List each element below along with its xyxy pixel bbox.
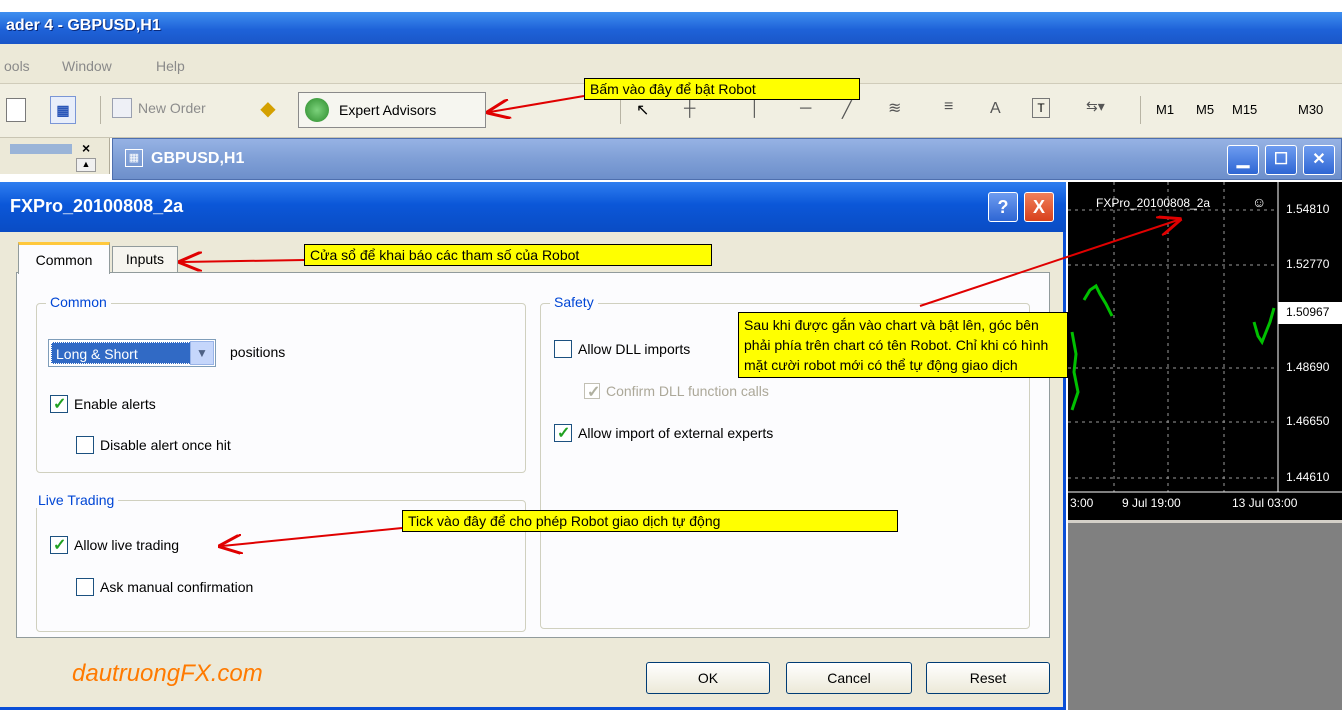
price-chart[interactable]: FXPro_20100808_2a ☺ 1.54810 1.52770 1.50… [1068,182,1342,520]
chart-window-title: GBPUSD,H1 [151,150,245,167]
close-dialog-button[interactable]: X [1024,192,1054,222]
navigator-strip: × ▲ [0,138,110,174]
annotation-inputs: Cửa sổ để khai báo các tham số của Robot [304,244,712,266]
tab-common[interactable]: Common [18,242,110,274]
checkbox-icon[interactable] [554,423,572,443]
dialog-titlebar: FXPro_20100808_2a ? X [0,182,1066,232]
timeframe-m15[interactable]: M15 [1232,102,1257,117]
channel-icon[interactable]: ≡ [944,98,953,116]
expert-advisors-icon [305,98,329,122]
confirm-dll-checkbox: Confirm DLL function calls [584,382,769,402]
text-tool-icon[interactable]: A [990,100,1001,118]
time-label: 3:00 [1070,496,1094,510]
price-label: 1.54810 [1286,202,1330,216]
menu-item-tools[interactable]: ools [4,58,30,74]
minimize-button[interactable]: ▁ [1227,145,1259,175]
reset-button[interactable]: Reset [926,662,1050,694]
positions-select[interactable]: Long & Short ▼ [48,339,216,367]
menu-item-help[interactable]: Help [156,58,185,74]
safety-group-label: Safety [550,294,598,310]
price-series-upper [1082,283,1114,317]
smiley-face-icon: ☺ [1252,194,1267,210]
watermark: dautruongFX.com [72,660,263,687]
allow-dll-imports-checkbox[interactable]: Allow DLL imports [554,340,690,358]
close-icon[interactable]: × [82,140,90,156]
help-button[interactable]: ? [988,192,1018,222]
checkbox-icon[interactable] [50,394,68,414]
allow-live-trading-checkbox[interactable]: Allow live trading [50,535,179,555]
chevron-down-icon[interactable]: ▼ [190,341,214,365]
ask-manual-confirmation-checkbox[interactable]: Ask manual confirmation [76,578,253,596]
price-label: 1.52770 [1286,257,1330,271]
window-titlebar: ader 4 - GBPUSD,H1 [0,12,1342,44]
chart-window-icon: ▦ [125,149,143,167]
annotation-expert-advisors: Bấm vào đây để bật Robot [584,78,860,100]
vertical-line-icon[interactable]: │ [750,100,760,118]
checkbox-icon[interactable] [76,578,94,596]
checkbox-icon[interactable] [554,340,572,358]
window-icon[interactable] [6,98,26,122]
price-label: 1.48690 [1286,360,1330,374]
close-chart-button[interactable]: ✕ [1303,145,1335,175]
new-order-icon [112,98,132,118]
positions-label: positions [230,344,286,360]
horizontal-line-icon[interactable]: ─ [800,100,811,118]
chart-window-icon[interactable]: ▦ [50,96,76,124]
menu-item-window[interactable]: Window [62,58,112,74]
scroll-up-icon[interactable]: ▲ [76,158,96,172]
warning-icon[interactable]: ◆ [256,96,280,120]
chart-empty-area [1068,520,1342,710]
new-order-button[interactable]: New Order [112,98,206,118]
navigator-tab[interactable] [10,144,72,154]
price-label: 1.46650 [1286,414,1330,428]
ea-label: FXPro_20100808_2a [1096,196,1211,210]
annotation-chart: Sau khi được gắn vào chart và bật lên, g… [738,312,1068,378]
checkbox-icon [584,382,600,402]
trendline-icon[interactable]: ╱ [842,100,852,120]
live-trading-group-label: Live Trading [34,492,119,508]
disable-alert-checkbox[interactable]: Disable alert once hit [76,436,231,454]
annotation-live-trading: Tick vào đây để cho phép Robot giao dịch… [402,510,898,532]
fibonacci-icon[interactable]: ≋ [888,98,901,118]
current-price-label: 1.50967 [1286,305,1330,319]
chart-window-titlebar: ▦ GBPUSD,H1 ▁ ☐ ✕ [112,138,1342,180]
cursor-icon[interactable]: ↖ [636,100,649,120]
ok-button[interactable]: OK [646,662,770,694]
timeframe-m1[interactable]: M1 [1156,102,1174,117]
checkbox-icon[interactable] [76,436,94,454]
time-label: 9 Jul 19:00 [1122,496,1181,510]
time-label: 13 Jul 03:00 [1232,496,1298,510]
arrows-dropdown-icon[interactable]: ⇆▾ [1086,98,1105,115]
tab-inputs[interactable]: Inputs [112,246,178,273]
price-series-lower [1070,331,1080,411]
common-group-label: Common [46,294,111,310]
price-series-right [1252,307,1276,346]
cancel-button[interactable]: Cancel [786,662,912,694]
enable-alerts-checkbox[interactable]: Enable alerts [50,394,156,414]
price-label: 1.44610 [1286,470,1330,484]
dialog-title: FXPro_20100808_2a [10,196,184,216]
timeframe-m30[interactable]: M30 [1298,102,1323,117]
checkbox-icon[interactable] [50,535,68,555]
timeframe-m5[interactable]: M5 [1196,102,1214,117]
positions-select-value: Long & Short [51,342,191,364]
expert-advisors-button[interactable]: Expert Advisors [298,92,486,128]
crosshair-icon[interactable]: ┼ [684,100,695,118]
allow-import-experts-checkbox[interactable]: Allow import of external experts [554,423,773,443]
text-label-icon[interactable]: T [1032,98,1050,118]
maximize-button[interactable]: ☐ [1265,145,1297,175]
window-title: ader 4 - GBPUSD,H1 [6,17,161,34]
